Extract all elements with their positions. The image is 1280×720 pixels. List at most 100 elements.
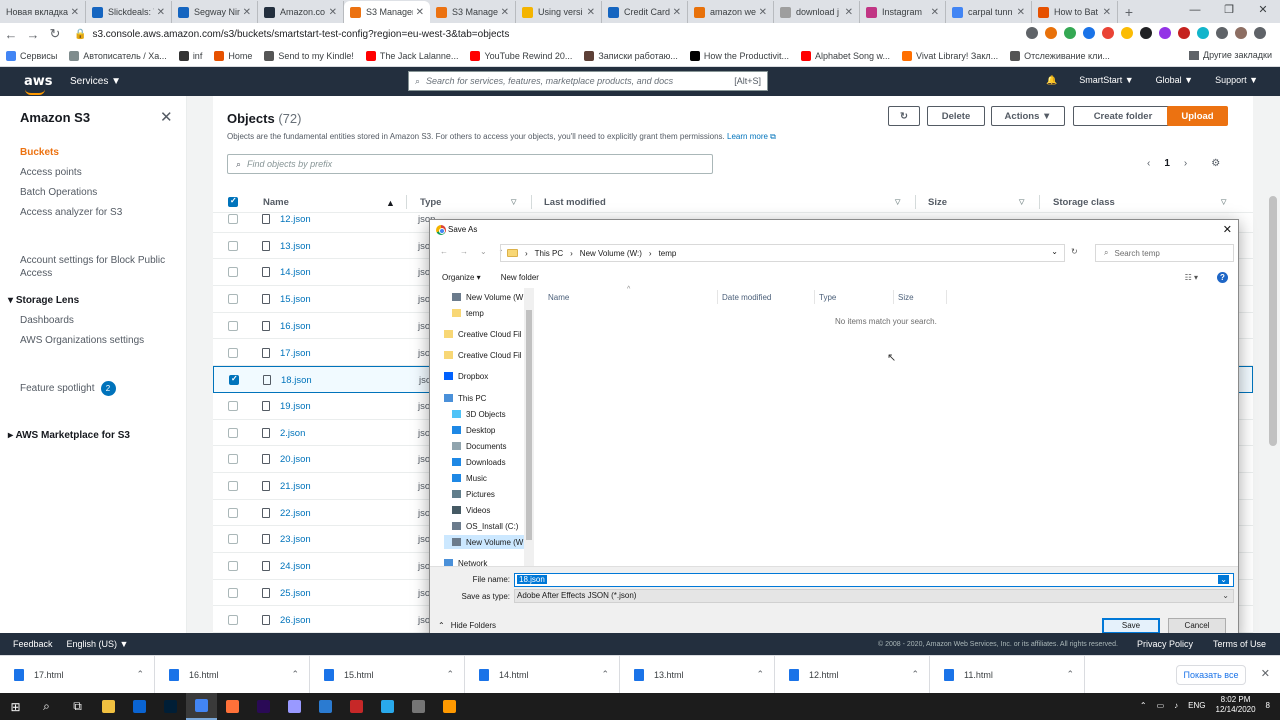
- col-type[interactable]: Type: [819, 293, 836, 302]
- sort-icon[interactable]: ▽: [895, 198, 900, 206]
- tree-item[interactable]: Creative Cloud Fil: [444, 348, 522, 362]
- sidebar-item-access-analyzer[interactable]: Access analyzer for S3: [20, 207, 122, 218]
- browser-tab[interactable]: S3 Manager ✕: [344, 1, 430, 23]
- tree-item[interactable]: Videos: [452, 503, 490, 517]
- file-name-input[interactable]: 18.json ⌄: [514, 573, 1234, 587]
- select-all-checkbox[interactable]: [228, 196, 238, 207]
- col-storage-class[interactable]: Storage class: [1053, 197, 1115, 208]
- star-icon[interactable]: [1026, 27, 1038, 39]
- delete-button[interactable]: Delete: [927, 106, 985, 126]
- sidebar-item-feature-spotlight[interactable]: Feature spotlight 2: [20, 381, 116, 396]
- tree-item[interactable]: 3D Objects: [452, 407, 506, 421]
- aws-search-input[interactable]: ⌕ Search for services, features, marketp…: [408, 71, 768, 91]
- bookmark-item[interactable]: Отслеживание кли...: [1010, 50, 1110, 61]
- browser-tab[interactable]: S3 Manager ✕: [430, 1, 516, 23]
- extension-icon[interactable]: [1178, 27, 1190, 39]
- tree-item[interactable]: Documents: [452, 439, 506, 453]
- close-icon[interactable]: ✕: [416, 7, 424, 18]
- privacy-link[interactable]: Privacy Policy: [1137, 639, 1193, 649]
- taskbar-app-app-red[interactable]: [341, 693, 372, 720]
- row-checkbox[interactable]: [228, 534, 238, 545]
- row-checkbox[interactable]: [228, 214, 238, 224]
- col-name[interactable]: Name: [263, 197, 289, 208]
- close-icon[interactable]: ✕: [160, 108, 173, 126]
- learn-more-link[interactable]: Learn more: [727, 132, 768, 141]
- row-checkbox[interactable]: [228, 561, 238, 572]
- bookmark-item[interactable]: Автописатель / Ха...: [69, 50, 167, 61]
- view-options-icon[interactable]: ☷ ▾: [1185, 273, 1198, 282]
- sidebar-item-buckets[interactable]: Buckets: [20, 147, 59, 158]
- sidebar-item-dashboards[interactable]: Dashboards: [20, 315, 74, 326]
- object-name-link[interactable]: 12.json: [280, 214, 311, 225]
- download-item[interactable]: 13.html ⌃: [620, 655, 775, 694]
- taskbar-app-firefox[interactable]: [217, 693, 248, 720]
- notification-icon[interactable]: 8: [1266, 701, 1270, 710]
- download-item[interactable]: 15.html ⌃: [310, 655, 465, 694]
- breadcrumb-this-pc[interactable]: This PC: [535, 249, 563, 258]
- object-name-link[interactable]: 19.json: [280, 401, 311, 412]
- dialog-search-input[interactable]: ⌕ Search temp: [1095, 244, 1234, 262]
- row-checkbox[interactable]: [228, 481, 238, 491]
- account-menu[interactable]: SmartStart ▼: [1079, 75, 1133, 86]
- sidebar-item-block-public-access[interactable]: Account settings for Block Public Access: [20, 254, 170, 280]
- browser-tab[interactable]: Новая вкладка ✕: [0, 1, 86, 23]
- restore-icon[interactable]: ❐: [1212, 0, 1246, 20]
- bookmark-item[interactable]: Send to my Kindle!: [264, 50, 354, 61]
- gear-icon[interactable]: ⚙: [1211, 158, 1220, 169]
- extension-icon[interactable]: [1045, 27, 1057, 39]
- bookmark-item[interactable]: Alphabet Song w...: [800, 50, 890, 61]
- page-number[interactable]: 1: [1164, 158, 1170, 169]
- taskbar-app-photoshop[interactable]: [155, 693, 186, 720]
- taskbar-app-outlook[interactable]: [124, 693, 155, 720]
- back-icon[interactable]: ←: [0, 27, 22, 42]
- navigation-scrollbar[interactable]: [524, 288, 534, 566]
- download-item[interactable]: 17.html ⌃: [0, 655, 155, 694]
- close-icon[interactable]: ✕: [1261, 667, 1270, 680]
- sidebar-section-storage-lens[interactable]: ▾ Storage Lens: [8, 295, 79, 306]
- row-checkbox[interactable]: [229, 374, 239, 386]
- tree-item[interactable]: Dropbox: [444, 369, 488, 383]
- close-icon[interactable]: ✕: [501, 7, 509, 18]
- next-page-icon[interactable]: ›: [1184, 158, 1187, 169]
- upload-button[interactable]: Upload: [1167, 106, 1228, 126]
- find-objects-input[interactable]: ⌕ Find objects by prefix: [227, 154, 713, 174]
- browser-tab[interactable]: Instagram ✕: [860, 1, 946, 23]
- sort-icon[interactable]: ▽: [511, 198, 516, 206]
- row-checkbox[interactable]: [228, 427, 238, 438]
- close-icon[interactable]: ✕: [1223, 223, 1232, 236]
- sidebar-item-org-settings[interactable]: AWS Organizations settings: [20, 335, 144, 346]
- col-type[interactable]: Type: [420, 197, 441, 208]
- menu-icon[interactable]: [1254, 27, 1266, 39]
- dialog-address-bar[interactable]: › This PC › New Volume (W:) › temp ⌄: [500, 244, 1065, 262]
- sort-icon[interactable]: ▽: [1019, 198, 1024, 206]
- row-checkbox[interactable]: [228, 267, 238, 278]
- close-icon[interactable]: ✕: [329, 7, 337, 18]
- other-bookmarks[interactable]: Другие закладки: [1189, 50, 1272, 60]
- tree-item[interactable]: temp: [452, 306, 484, 320]
- sort-icon[interactable]: ▽: [1221, 198, 1226, 206]
- extension-icon[interactable]: [1159, 27, 1171, 39]
- download-item[interactable]: 11.html ⌃: [930, 655, 1085, 694]
- extension-icon[interactable]: [1197, 27, 1209, 39]
- row-checkbox[interactable]: [228, 614, 238, 625]
- tray-up-icon[interactable]: ⌃: [1140, 701, 1147, 710]
- tree-item[interactable]: New Volume (W: [444, 535, 534, 549]
- puzzle-icon[interactable]: [1216, 27, 1228, 39]
- sidebar-section-marketplace[interactable]: ▸ AWS Marketplace for S3: [8, 430, 130, 441]
- col-name[interactable]: Name: [548, 293, 569, 302]
- extension-icon[interactable]: [1140, 27, 1152, 39]
- extension-icon[interactable]: [1064, 27, 1076, 39]
- task-view-icon[interactable]: ⧉: [62, 693, 93, 720]
- row-checkbox[interactable]: [228, 507, 238, 518]
- browser-tab[interactable]: Slickdeals: T✕: [86, 1, 172, 23]
- bookmark-item[interactable]: Vivat Library! Закл...: [902, 50, 998, 61]
- taskbar-app-app-blue[interactable]: [310, 693, 341, 720]
- row-checkbox[interactable]: [228, 240, 238, 251]
- services-menu[interactable]: Services ▼: [70, 76, 121, 87]
- bookmark-item[interactable]: YouTube Rewind 20...: [470, 50, 572, 61]
- scrollbar-thumb[interactable]: [526, 310, 532, 540]
- forward-icon[interactable]: →: [460, 247, 468, 256]
- chevron-up-icon[interactable]: ⌃: [446, 669, 454, 680]
- browser-tab[interactable]: Amazon.co ✕: [258, 1, 344, 23]
- extension-icon[interactable]: [1083, 27, 1095, 39]
